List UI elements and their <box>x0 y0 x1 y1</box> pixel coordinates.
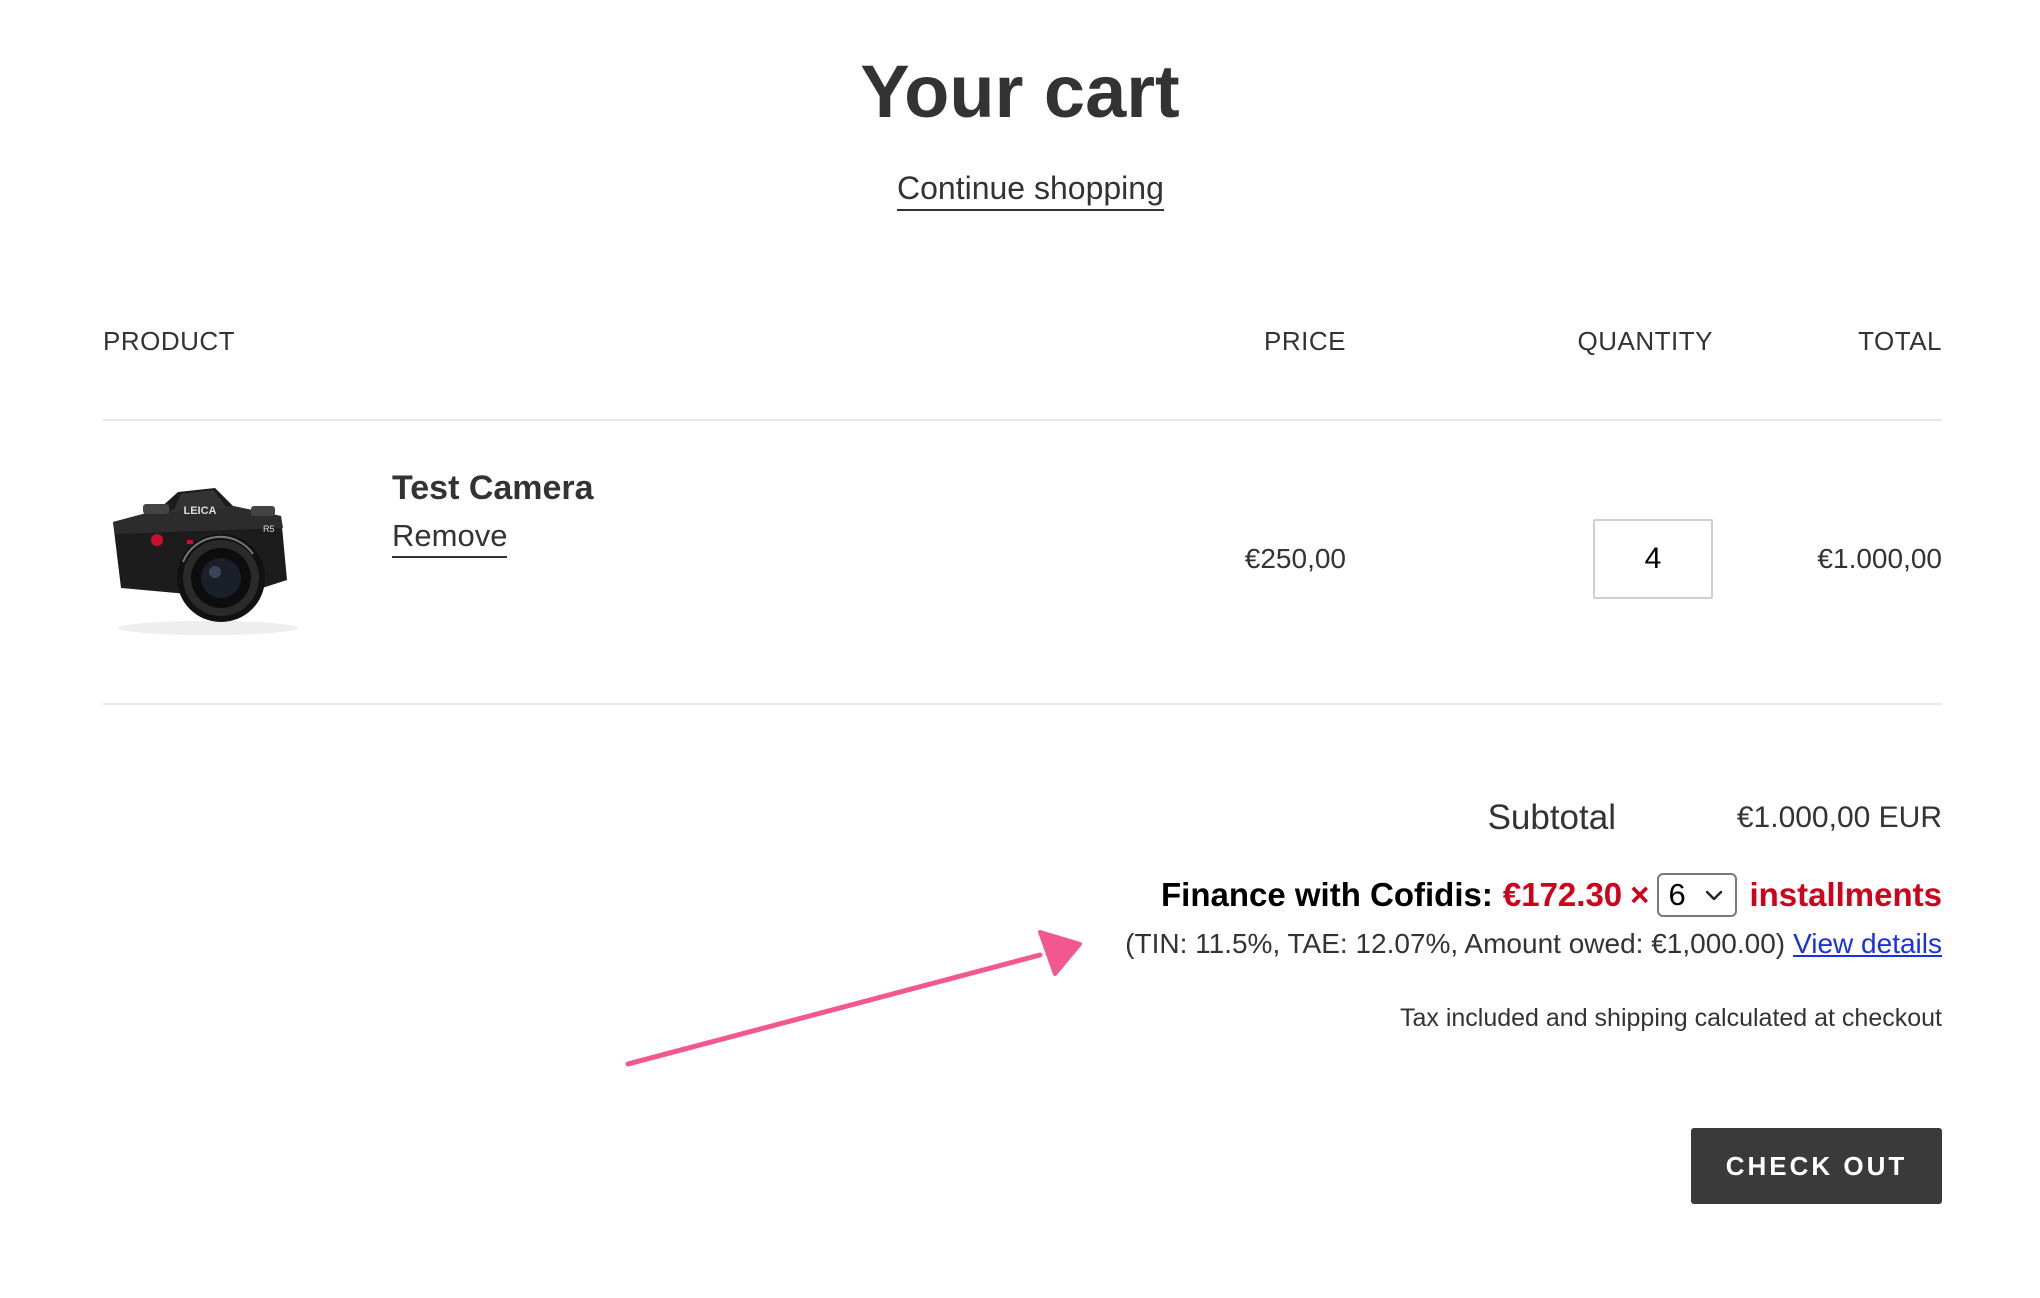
camera-icon[interactable]: LEICA R5 <box>103 470 303 640</box>
finance-label: Finance with Cofidis: <box>1161 876 1493 913</box>
column-header-price: PRICE <box>1264 326 1346 356</box>
camera-brand-text: LEICA <box>184 505 217 517</box>
chevron-down-icon <box>1706 890 1723 901</box>
column-header-quantity: QUANTITY <box>1577 326 1713 356</box>
product-name[interactable]: Test Camera <box>392 466 594 510</box>
subtotal-label: Subtotal <box>1487 798 1616 837</box>
finance-terms-text: (TIN: 11.5%, TAE: 12.07%, Amount owed: €… <box>1125 928 1786 959</box>
quantity-input[interactable] <box>1593 519 1713 599</box>
finance-offer: Finance with Cofidis: €172.30 × 6 instal… <box>1161 870 1942 920</box>
installments-select[interactable]: 6 <box>1657 873 1738 917</box>
table-divider-top <box>103 419 1942 421</box>
installments-label: installments <box>1749 876 1942 913</box>
finance-terms: (TIN: 11.5%, TAE: 12.07%, Amount owed: €… <box>1125 924 1942 964</box>
continue-shopping-link[interactable]: Continue shopping <box>897 168 1164 211</box>
subtotal-value: €1.000,00 EUR <box>1736 801 1942 834</box>
installments-selected-value: 6 <box>1668 877 1686 912</box>
page-title: Your cart <box>860 50 1180 133</box>
column-header-total: TOTAL <box>1858 326 1942 356</box>
remove-button[interactable]: Remove <box>392 516 508 558</box>
finance-times: × <box>1630 876 1650 913</box>
view-details-link[interactable]: View details <box>1793 928 1942 959</box>
product-total: €1.000,00 <box>1817 543 1942 574</box>
camera-model-text: R5 <box>263 524 275 534</box>
cart-page: Your cart Continue shopping PRODUCT PRIC… <box>0 0 2040 1298</box>
finance-amount: €172.30 <box>1502 876 1623 913</box>
checkout-button[interactable]: CHECK OUT <box>1691 1128 1942 1204</box>
product-price: €250,00 <box>1244 543 1346 574</box>
tax-note: Tax included and shipping calculated at … <box>1399 1004 1942 1032</box>
table-divider-bottom <box>103 703 1942 705</box>
column-header-product: PRODUCT <box>103 326 236 356</box>
